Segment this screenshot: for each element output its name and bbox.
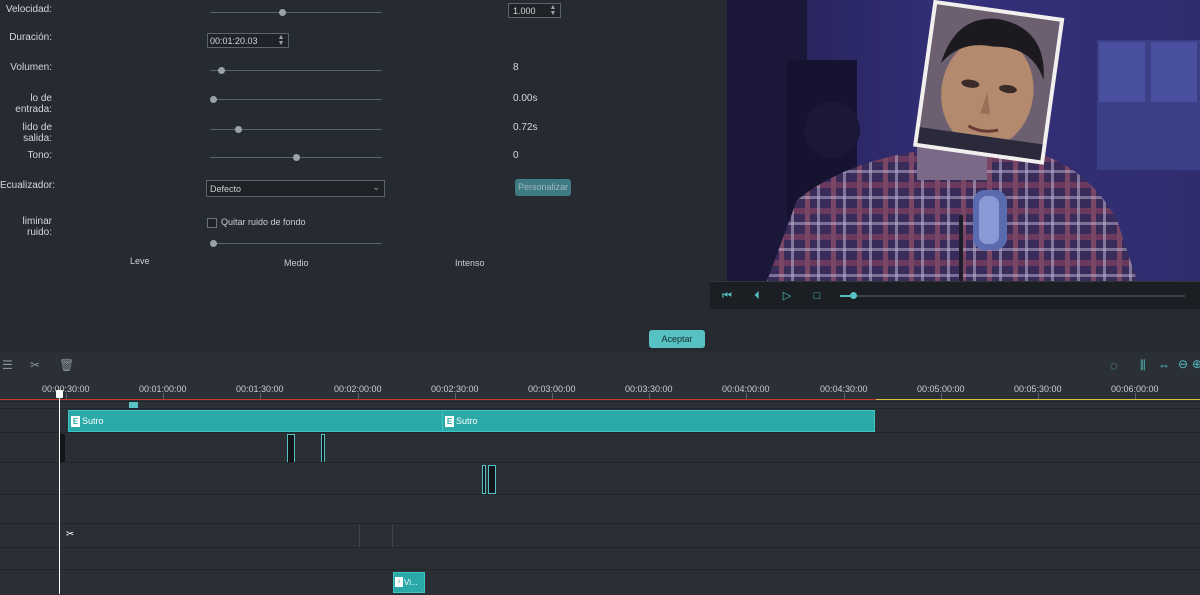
timeline-ruler[interactable]: 00:00:30:00 00:01:00:00 00:01:30:00 00:02:0… — [0, 379, 1200, 401]
spinner-arrows-icon[interactable]: ▲ ▼ — [549, 4, 557, 17]
denoise-checkbox[interactable] — [207, 218, 217, 228]
ruler-range-marker — [0, 399, 876, 400]
speed-slider-knob[interactable] — [279, 9, 286, 16]
fade-in-value: 0.00s — [513, 93, 538, 104]
pitch-slider[interactable] — [210, 154, 382, 161]
customize-button[interactable]: Personalizar — [515, 179, 571, 196]
volume-label: Volumen: — [10, 62, 52, 73]
duration-input[interactable]: 00:01:20.03 ▲ ▼ — [207, 33, 289, 48]
denoise-slider-knob[interactable] — [210, 240, 217, 247]
speed-label: Velocidad: — [5, 4, 52, 15]
audio-clip[interactable]: ♪ Vi... — [393, 572, 425, 593]
pitch-slider-knob[interactable] — [293, 154, 300, 161]
denoise-checkbox-label[interactable]: Quitar ruido de fondo — [221, 217, 306, 227]
delete-icon[interactable]: 🗑 — [59, 358, 74, 372]
settings-icon[interactable]: ☰ — [2, 358, 13, 372]
title-icon: E — [445, 416, 454, 427]
pitch-value: 0 — [513, 150, 519, 161]
fade-in-slider-knob[interactable] — [210, 96, 217, 103]
video-track-3 — [0, 494, 1200, 524]
video-track-2 — [0, 462, 1200, 495]
volume-slider[interactable] — [210, 67, 382, 74]
accept-button[interactable]: Aceptar — [649, 330, 705, 348]
ruler-end-marker — [876, 399, 1200, 400]
equalizer-label: Ecualizador: — [0, 180, 56, 191]
cut-icon[interactable]: ✂ — [30, 358, 40, 372]
fit-icon[interactable]: ⇔ — [1158, 358, 1170, 372]
scissors-icon[interactable]: ✂ — [66, 529, 74, 540]
denoise-label: liminar ruido: — [22, 216, 52, 238]
render-icon[interactable]: ◌ — [1110, 358, 1118, 373]
speed-value: 1.000 — [513, 6, 536, 16]
title-track: E Sutro E Sutro — [0, 408, 1200, 433]
video-clip[interactable] — [287, 434, 295, 463]
video-clip[interactable] — [321, 434, 325, 463]
playback-progress-bar[interactable] — [840, 292, 1185, 299]
playback-progress-fill — [840, 295, 850, 297]
prev-frame-icon[interactable]: ⏴ — [748, 287, 766, 305]
volume-slider-knob[interactable] — [218, 67, 225, 74]
volume-value: 8 — [513, 62, 519, 73]
split-line — [359, 524, 360, 548]
level-high-label: Intenso — [455, 258, 485, 268]
timeline-toolbar: ☰ ✂ 🗑 ◌ ⫼ ⇔ ⊖ ⊕ — [0, 352, 1200, 379]
video-track-1 — [0, 432, 1200, 463]
duration-label: Duración: — [9, 32, 52, 43]
first-frame-icon[interactable]: ⏮ — [718, 287, 736, 305]
speed-slider[interactable] — [210, 9, 382, 16]
split-line — [392, 524, 393, 548]
playhead-line[interactable] — [59, 392, 60, 594]
audio-settings-panel: Velocidad: 1.000 ▲ ▼ Duración: 00:01:20.0… — [0, 0, 710, 352]
title-clip-label: Sutro — [456, 416, 478, 426]
playback-progress-knob[interactable] — [850, 292, 857, 299]
level-low-label: Leve — [130, 256, 150, 266]
preview-footer — [710, 309, 1200, 352]
effects-track: ✂ — [0, 523, 1200, 548]
fade-out-slider[interactable] — [210, 126, 382, 133]
title-clip-label: Sutro — [82, 416, 104, 426]
fade-out-label: lido de salida: — [22, 122, 52, 144]
zoom-out-icon[interactable]: ⊖ — [1178, 357, 1188, 371]
fade-in-label: lo de entrada: — [15, 93, 52, 115]
zoom-in-icon[interactable]: ⊕ — [1192, 357, 1200, 371]
duration-value: 00:01:20.03 — [210, 36, 258, 46]
audio-clip-label: Vi... — [404, 578, 418, 587]
spinner-arrows-icon[interactable]: ▲ ▼ — [277, 34, 285, 47]
video-clip[interactable] — [482, 465, 486, 494]
level-mid-label: Medio — [284, 258, 309, 268]
title-icon: E — [71, 416, 80, 427]
playhead-handle[interactable] — [56, 390, 63, 398]
fade-out-value: 0.72s — [513, 122, 538, 133]
stop-icon[interactable]: □ — [808, 287, 826, 305]
audio-track-1 — [0, 547, 1200, 570]
audio-mixer-icon[interactable]: ⫼ — [1140, 358, 1146, 373]
fade-out-slider-knob[interactable] — [235, 126, 242, 133]
player-controls: ⏮ ⏴ ▷ □ — [710, 281, 1200, 310]
music-note-icon: ♪ — [395, 577, 403, 587]
preview-frame-image — [727, 0, 1200, 281]
title-clip[interactable]: E Sutro — [68, 410, 443, 432]
denoise-slider[interactable] — [210, 240, 382, 247]
video-preview — [727, 0, 1200, 281]
equalizer-select[interactable]: Defecto ⌄ — [206, 180, 385, 197]
audio-track-2: ♪ Vi... — [0, 569, 1200, 595]
equalizer-selected-value: Defecto — [210, 184, 242, 194]
video-clip[interactable] — [488, 465, 496, 494]
play-icon[interactable]: ▷ — [778, 287, 796, 305]
preview-gutter — [710, 0, 727, 281]
fade-in-slider[interactable] — [210, 96, 382, 103]
speed-input[interactable]: 1.000 ▲ ▼ — [508, 3, 561, 18]
title-clip[interactable]: E Sutro — [442, 410, 875, 432]
chevron-down-icon: ⌄ — [372, 182, 380, 192]
pitch-label: Tono: — [27, 150, 52, 161]
